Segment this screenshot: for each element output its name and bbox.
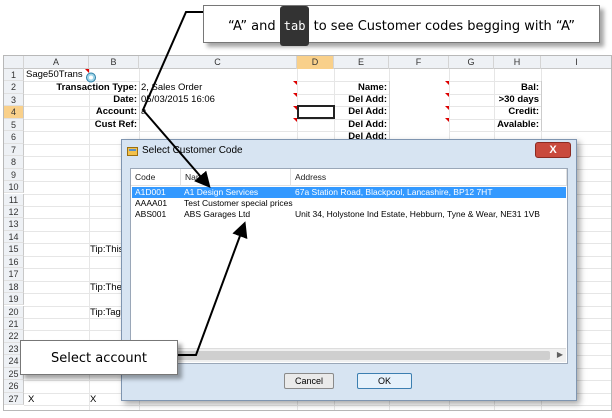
- arrow-to-row: [178, 221, 248, 356]
- arrow-to-account: [141, 11, 211, 189]
- annotation-arrows: [141, 11, 248, 356]
